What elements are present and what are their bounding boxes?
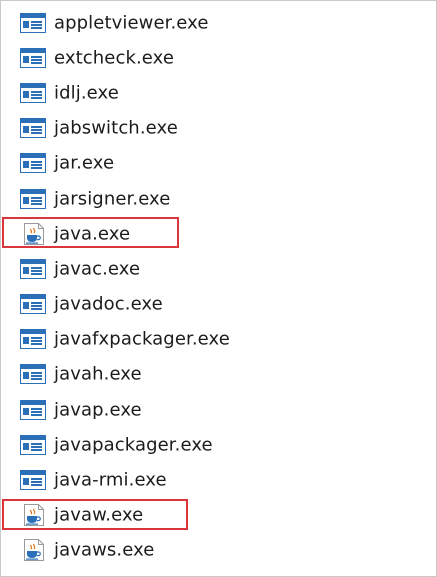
file-item-jabswitch[interactable]: jabswitch.exe xyxy=(1,111,437,146)
file-name-label: javafxpackager.exe xyxy=(54,328,230,350)
console-exe-icon xyxy=(20,258,46,279)
file-item-javah[interactable]: javah.exe xyxy=(1,357,437,392)
file-name-label: appletviewer.exe xyxy=(54,12,209,34)
java-coffee-cup-icon xyxy=(22,222,46,246)
file-item-jarsigner[interactable]: jarsigner.exe xyxy=(1,181,437,216)
file-name-label: jabswitch.exe xyxy=(54,117,178,139)
console-exe-icon xyxy=(20,470,46,491)
file-item-javac[interactable]: javac.exe xyxy=(1,251,437,286)
console-exe-icon xyxy=(20,294,46,315)
file-name-label: javac.exe xyxy=(54,258,141,280)
file-item-appletviewer[interactable]: appletviewer.exe xyxy=(1,5,437,40)
console-exe-icon xyxy=(20,47,46,68)
file-list: appletviewer.exe extcheck.exe idlj.exe j… xyxy=(1,5,437,568)
java-coffee-cup-icon xyxy=(22,503,46,527)
file-item-javaw[interactable]: javaw.exe xyxy=(1,498,437,533)
file-item-idlj[interactable]: idlj.exe xyxy=(1,75,437,110)
console-exe-icon xyxy=(20,12,46,33)
file-item-javaws[interactable]: javaws.exe xyxy=(1,533,437,568)
file-item-jar[interactable]: jar.exe xyxy=(1,146,437,181)
console-exe-icon xyxy=(20,153,46,174)
file-list-panel: appletviewer.exe extcheck.exe idlj.exe j… xyxy=(0,0,437,577)
file-name-label: javapackager.exe xyxy=(54,434,213,456)
console-exe-icon xyxy=(20,118,46,139)
file-name-label: javaw.exe xyxy=(54,504,144,526)
file-item-javap[interactable]: javap.exe xyxy=(1,392,437,427)
console-exe-icon xyxy=(20,399,46,420)
file-name-label: javah.exe xyxy=(54,363,142,385)
console-exe-icon xyxy=(20,364,46,385)
file-name-label: java.exe xyxy=(54,223,131,245)
file-item-extcheck[interactable]: extcheck.exe xyxy=(1,40,437,75)
console-exe-icon xyxy=(20,329,46,350)
console-exe-icon xyxy=(20,188,46,209)
console-exe-icon xyxy=(20,82,46,103)
file-item-java-rmi[interactable]: java-rmi.exe xyxy=(1,462,437,497)
file-name-label: javaws.exe xyxy=(54,539,155,561)
file-name-label: java-rmi.exe xyxy=(54,469,167,491)
file-name-label: javadoc.exe xyxy=(54,293,163,315)
file-item-javadoc[interactable]: javadoc.exe xyxy=(1,287,437,322)
file-item-java[interactable]: java.exe xyxy=(1,216,437,251)
file-name-label: idlj.exe xyxy=(54,82,119,104)
console-exe-icon xyxy=(20,434,46,455)
file-item-javapackager[interactable]: javapackager.exe xyxy=(1,427,437,462)
file-name-label: extcheck.exe xyxy=(54,47,175,69)
java-coffee-cup-icon xyxy=(22,538,46,562)
file-name-label: jarsigner.exe xyxy=(54,188,171,210)
file-item-javafxpackager[interactable]: javafxpackager.exe xyxy=(1,322,437,357)
file-name-label: jar.exe xyxy=(54,152,115,174)
file-name-label: javap.exe xyxy=(54,399,142,421)
